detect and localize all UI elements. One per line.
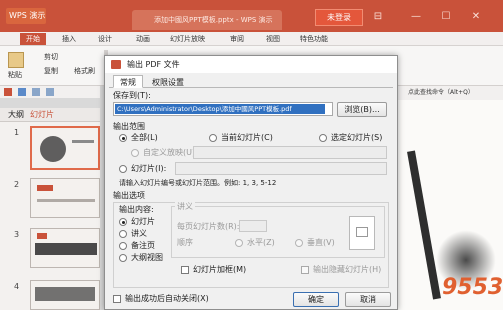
order-horizontal-label: 水平(Z) <box>247 238 275 247</box>
save-path-field[interactable]: C:\Users\Administrator\Desktop\添加中國风PPT模… <box>113 102 333 116</box>
content-notes-radio[interactable] <box>119 242 127 250</box>
slide-number: 2 <box>14 180 20 189</box>
pdf-export-dialog: 输出 PDF 文件 常规 权限设置 保存到(T): C:\Users\Admin… <box>104 55 398 310</box>
tab-general[interactable]: 常规 <box>113 75 143 88</box>
maximize-button[interactable]: ☐ <box>440 11 452 23</box>
range-slides-radio[interactable] <box>119 165 127 173</box>
range-selected-radio[interactable] <box>319 134 327 142</box>
menu-design[interactable]: 设计 <box>98 33 112 45</box>
close-after-label: 输出成功后自动关闭(X) <box>125 294 209 303</box>
ok-button[interactable]: 确定 <box>293 292 339 307</box>
login-button[interactable]: 未登录 <box>315 9 363 26</box>
range-slides-label: 幻灯片(I): <box>131 164 167 173</box>
app-logo-button[interactable]: WPS 演示 <box>6 8 46 24</box>
per-page-label: 每页幻灯片数(R): <box>177 222 240 231</box>
content-slides-radio[interactable] <box>119 218 127 226</box>
order-vertical-radio[interactable] <box>295 239 303 247</box>
tab-slides[interactable]: 幻灯片 <box>30 110 54 120</box>
per-page-select[interactable] <box>239 220 267 232</box>
content-outline-radio[interactable] <box>119 254 127 262</box>
paste-icon[interactable] <box>8 52 24 68</box>
slide-thumbnail-2[interactable] <box>30 178 100 218</box>
watermark-logo: 9553 <box>442 275 503 300</box>
paste-button[interactable]: 粘贴 <box>8 70 22 81</box>
hidden-slides-label: 输出隐藏幻灯片(H) <box>313 265 382 274</box>
order-label: 顺序 <box>177 238 193 247</box>
cancel-button[interactable]: 取消 <box>345 292 391 307</box>
order-horizontal-radio[interactable] <box>235 239 243 247</box>
slide-thumbnail-3[interactable] <box>30 228 100 268</box>
cut-button[interactable]: 剪切 <box>44 52 58 63</box>
panel-tabs: 大纲 幻灯片 <box>0 108 100 122</box>
range-current-radio[interactable] <box>209 134 217 142</box>
slide-number: 1 <box>14 128 20 137</box>
content-handout-label: 讲义 <box>131 229 147 238</box>
order-vertical-label: 垂直(V) <box>307 238 335 247</box>
content-notes-label: 备注页 <box>131 241 155 250</box>
copy-button[interactable]: 复制 <box>44 66 58 77</box>
format-painter-button[interactable]: 格式刷 <box>74 66 95 77</box>
menu-animation[interactable]: 动画 <box>136 33 150 45</box>
save-path-text: C:\Users\Administrator\Desktop\添加中國风PPT模… <box>115 104 325 114</box>
command-search[interactable]: 点此查找命令（Alt+Q） <box>396 86 503 100</box>
close-window-button[interactable]: ✕ <box>470 11 482 23</box>
content-handout-radio[interactable] <box>119 230 127 238</box>
dialog-title: 输出 PDF 文件 <box>105 56 397 73</box>
output-range-label: 输出范围 <box>113 122 145 131</box>
range-custom-radio[interactable] <box>131 149 139 157</box>
range-custom-label: 自定义放映(U): <box>143 148 198 157</box>
redo-icon[interactable] <box>46 88 54 96</box>
hidden-slides-checkbox[interactable] <box>301 266 309 274</box>
range-all-radio[interactable] <box>119 134 127 142</box>
range-all-label: 全部(L) <box>131 133 158 142</box>
close-after-checkbox[interactable] <box>113 295 121 303</box>
save-to-label: 保存到(T): <box>113 91 151 100</box>
minimize-button[interactable]: — <box>410 11 422 23</box>
quick-access-bar <box>0 86 110 98</box>
pdf-icon <box>111 60 121 69</box>
menu-features[interactable]: 特色功能 <box>300 33 328 45</box>
handout-label: 讲义 <box>175 202 195 212</box>
print-icon[interactable] <box>18 88 26 96</box>
skin-icon[interactable]: ⊟ <box>372 11 384 23</box>
document-tab[interactable]: 添加中國风PPT模板.pptx - WPS 演示 <box>132 10 282 30</box>
frame-slides-label: 幻灯片加框(M) <box>193 265 247 274</box>
save-icon[interactable] <box>4 88 12 96</box>
menu-insert[interactable]: 插入 <box>62 33 76 45</box>
slide-number: 4 <box>14 282 20 291</box>
output-options-label: 输出选项 <box>113 191 145 200</box>
slide-thumbnail-4[interactable] <box>30 280 100 310</box>
content-slides-label: 幻灯片 <box>131 217 155 226</box>
range-selected-label: 选定幻灯片(S) <box>331 133 383 142</box>
menu-start[interactable]: 开始 <box>20 33 46 45</box>
browse-button[interactable]: 浏览(B)... <box>337 102 387 117</box>
tab-outline[interactable]: 大纲 <box>8 110 24 120</box>
menu-review[interactable]: 审阅 <box>230 33 244 45</box>
tab-permissions[interactable]: 权限设置 <box>145 75 191 88</box>
handout-preview <box>349 216 375 250</box>
content-outline-label: 大纲视图 <box>131 253 163 262</box>
undo-icon[interactable] <box>32 88 40 96</box>
slide-thumbnail-1[interactable] <box>30 126 100 170</box>
range-current-label: 当前幻灯片(C) <box>221 133 273 142</box>
range-hint: 请输入幻灯片编号或幻灯片范围。例如: 1, 3, 5-12 <box>119 179 277 187</box>
custom-show-select[interactable] <box>193 146 387 159</box>
output-content-label: 输出内容: <box>119 205 154 214</box>
menu-view[interactable]: 视图 <box>266 33 280 45</box>
menu-slideshow[interactable]: 幻灯片放映 <box>170 33 205 45</box>
frame-slides-checkbox[interactable] <box>181 266 189 274</box>
slides-range-input[interactable] <box>175 162 387 175</box>
slide-number: 3 <box>14 230 20 239</box>
